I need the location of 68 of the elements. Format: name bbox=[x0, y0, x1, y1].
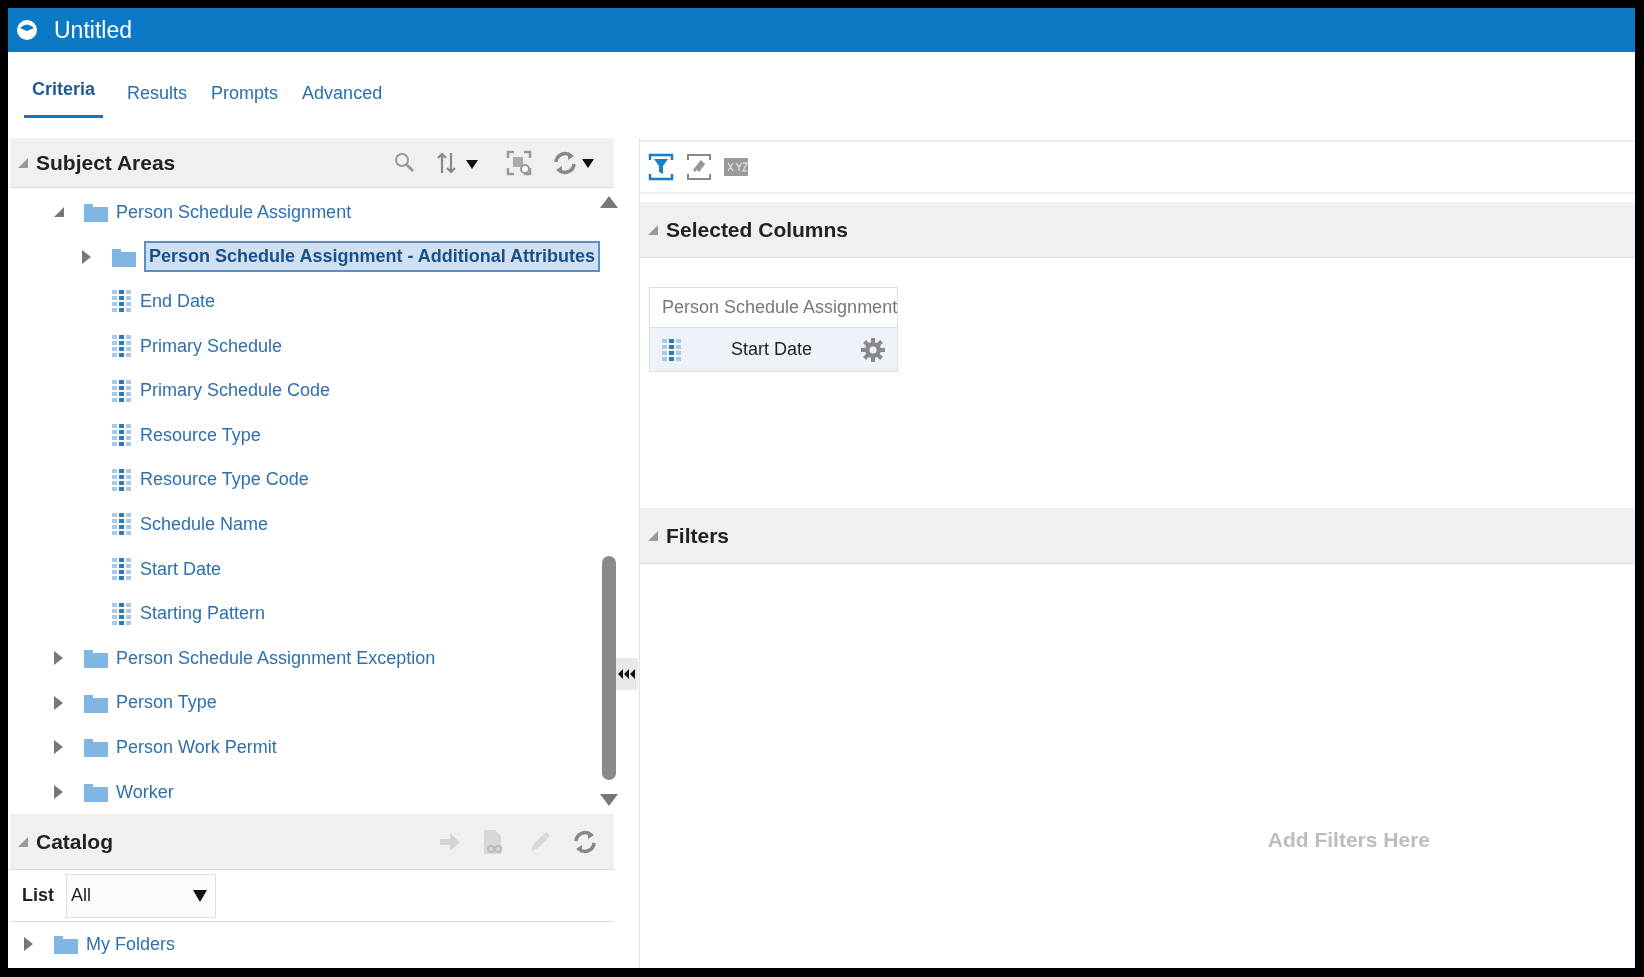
panel-title: Selected Columns bbox=[666, 216, 849, 243]
variable-icon[interactable] bbox=[724, 158, 748, 176]
expand-caret-icon[interactable] bbox=[54, 651, 64, 666]
folder-icon bbox=[84, 692, 108, 713]
window-title: Untitled bbox=[54, 15, 132, 45]
column-icon bbox=[112, 602, 132, 625]
tab[interactable]: Advanced bbox=[302, 76, 383, 119]
column-icon bbox=[112, 379, 132, 402]
zoom-fit-icon[interactable] bbox=[506, 149, 532, 176]
collapse-left-icon bbox=[618, 669, 636, 679]
tree-item[interactable]: Primary Schedule bbox=[140, 332, 283, 360]
tree-item[interactable]: Resource Type bbox=[140, 421, 261, 449]
folder-icon bbox=[84, 782, 108, 802]
tab[interactable]: Prompts bbox=[211, 76, 279, 119]
collapse-icon[interactable] bbox=[18, 157, 28, 168]
panel-title: Subject Areas bbox=[36, 149, 176, 176]
tab[interactable]: Criteria bbox=[24, 76, 104, 118]
column-icon bbox=[662, 338, 682, 361]
column-icon bbox=[112, 424, 132, 447]
scrollbar-thumb[interactable] bbox=[602, 556, 617, 780]
panel-title: Catalog bbox=[36, 828, 113, 855]
selected-column[interactable]: Start Date bbox=[650, 327, 897, 371]
tree-item[interactable]: Start Date bbox=[140, 555, 222, 583]
edit-formula-icon[interactable] bbox=[686, 153, 712, 181]
search-icon[interactable] bbox=[394, 151, 416, 174]
tree-item[interactable]: Person Work Permit bbox=[116, 733, 277, 761]
dropdown-caret-icon bbox=[193, 889, 207, 902]
scroll-down-icon[interactable] bbox=[600, 794, 619, 806]
tree-item[interactable]: Resource Type Code bbox=[140, 466, 309, 494]
tree-item[interactable]: Primary Schedule Code bbox=[140, 377, 331, 405]
column-icon bbox=[112, 290, 132, 313]
panel-title: Filters bbox=[666, 522, 730, 549]
tree-item[interactable]: Person Schedule Assignment - Additional Attributes bbox=[144, 241, 601, 273]
folder-icon bbox=[54, 934, 78, 955]
tree-item[interactable]: End Date bbox=[140, 288, 216, 315]
folder-icon bbox=[84, 737, 108, 758]
scroll-up-icon[interactable] bbox=[600, 196, 619, 208]
expand-caret-icon[interactable] bbox=[54, 740, 64, 755]
expand-caret-icon[interactable] bbox=[24, 937, 34, 952]
folder-icon bbox=[84, 648, 108, 669]
collapse-icon[interactable] bbox=[648, 530, 658, 541]
tree-item[interactable]: Person Type bbox=[116, 689, 217, 717]
column-icon bbox=[112, 513, 132, 536]
tree-item[interactable]: Starting Pattern bbox=[140, 600, 266, 628]
tree-item[interactable]: My Folders bbox=[86, 930, 175, 958]
tree-item[interactable]: Schedule Name bbox=[140, 510, 269, 538]
app-logo-icon bbox=[16, 19, 38, 41]
column-icon bbox=[112, 558, 132, 581]
tree-item[interactable]: Worker bbox=[116, 778, 174, 806]
column-icon bbox=[112, 468, 132, 491]
tree-item[interactable]: Person Schedule Assignment bbox=[116, 198, 352, 226]
column-icon bbox=[112, 335, 132, 358]
collapse-panel-handle[interactable] bbox=[616, 658, 638, 690]
tree-item[interactable]: Person Schedule Assignment Exception bbox=[116, 644, 436, 672]
expand-caret-icon[interactable] bbox=[54, 785, 64, 799]
folder-icon bbox=[84, 202, 108, 223]
field-label: List bbox=[22, 884, 54, 907]
expand-caret-icon[interactable] bbox=[82, 249, 92, 264]
tab[interactable]: Results bbox=[127, 76, 188, 119]
folder-icon bbox=[112, 246, 136, 267]
collapse-icon[interactable] bbox=[648, 224, 658, 235]
expand-caret-icon[interactable] bbox=[54, 695, 64, 710]
filter-icon[interactable] bbox=[648, 153, 674, 181]
group-title: Person Schedule Assignment bbox=[661, 296, 897, 319]
collapse-icon[interactable] bbox=[18, 836, 28, 847]
list-dropdown[interactable]: All bbox=[66, 873, 216, 918]
expanded-caret-icon[interactable] bbox=[54, 207, 64, 218]
drop-zone-placeholder: Add Filters Here bbox=[1267, 827, 1430, 853]
